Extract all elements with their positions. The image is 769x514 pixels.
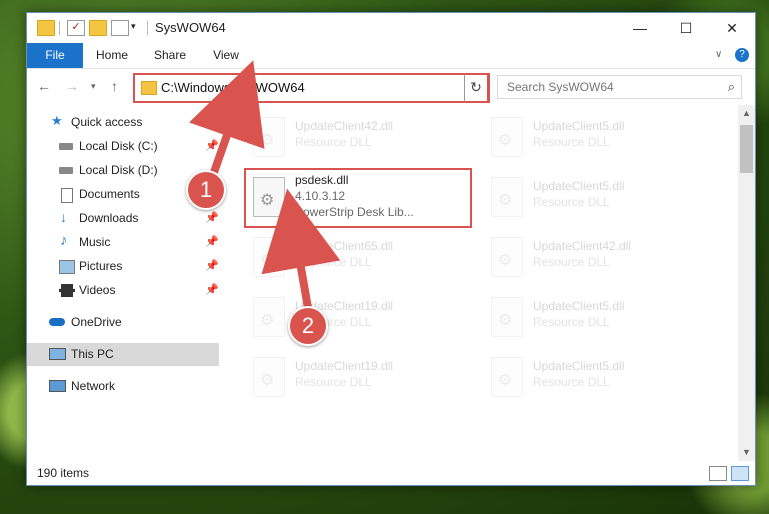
- step-callout-2: 2: [288, 306, 328, 346]
- arrow-1: [189, 60, 265, 180]
- step-callout-1: 1: [186, 170, 226, 210]
- arrow-2: [261, 188, 341, 309]
- annotation-arrows: [189, 60, 341, 309]
